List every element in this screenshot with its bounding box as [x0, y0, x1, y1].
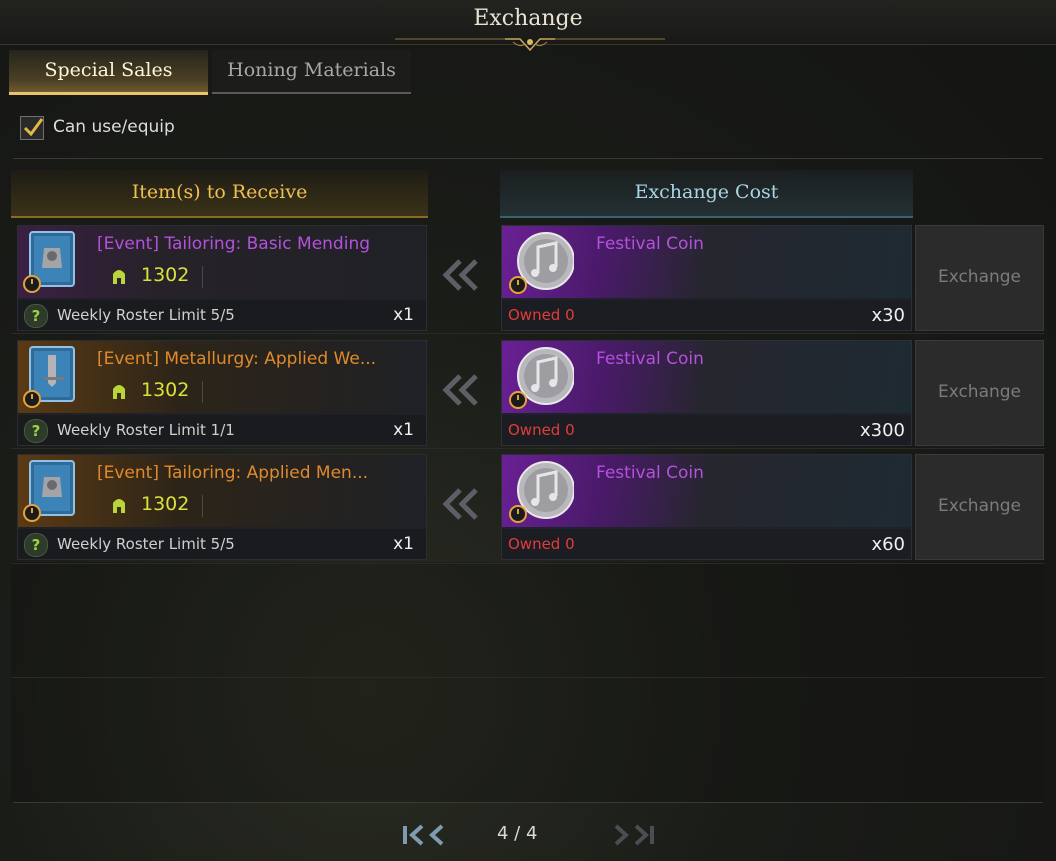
- divider: [13, 158, 1043, 159]
- cost-item-name: Festival Coin: [596, 349, 704, 369]
- helmet-icon: [113, 499, 125, 513]
- item-level: 1302: [141, 379, 190, 401]
- cost-column-header: Exchange Cost: [500, 170, 913, 218]
- window-title: Exchange: [473, 6, 583, 31]
- item-card[interactable]: [Event] Metallurgy: Applied We... 1302 ?…: [17, 340, 427, 446]
- item-name: [Event] Metallurgy: Applied We...: [97, 349, 377, 369]
- blue-book-icon: [23, 460, 75, 522]
- title-ornament-icon: [395, 38, 665, 52]
- exchange-button[interactable]: Exchange: [915, 454, 1044, 560]
- cost-quantity: x30: [871, 305, 905, 326]
- cost-card[interactable]: Festival Coin Owned 0 x60: [501, 454, 912, 560]
- tab-honing-materials[interactable]: Honing Materials: [212, 50, 411, 94]
- item-level: 1302: [141, 493, 190, 515]
- item-card[interactable]: [Event] Tailoring: Basic Mending 1302 ? …: [17, 225, 427, 331]
- tab-special-sales[interactable]: Special Sales: [9, 50, 208, 95]
- row-divider: [11, 677, 1045, 678]
- cost-quantity: x300: [859, 420, 905, 441]
- festival-coin-icon: [509, 347, 574, 409]
- item-quantity: x1: [393, 420, 414, 440]
- checkmark-icon: [23, 118, 44, 137]
- help-icon[interactable]: ?: [24, 533, 48, 557]
- roster-limit: Weekly Roster Limit 5/5: [57, 535, 235, 553]
- exchange-row: [Event] Tailoring: Basic Mending 1302 ? …: [0, 225, 1056, 333]
- can-use-label: Can use/equip: [53, 117, 175, 137]
- exchange-button[interactable]: Exchange: [915, 340, 1044, 446]
- level-divider: [202, 495, 203, 517]
- exchange-row: [Event] Metallurgy: Applied We... 1302 ?…: [0, 340, 1056, 448]
- exchange-button[interactable]: Exchange: [915, 225, 1044, 331]
- divider: [13, 802, 1043, 803]
- row-divider: [11, 563, 1045, 564]
- blue-book-icon: [23, 231, 75, 293]
- row-divider: [11, 448, 1045, 449]
- item-name: [Event] Tailoring: Basic Mending: [97, 234, 371, 254]
- title-bar: Exchange: [0, 0, 1056, 52]
- item-quantity: x1: [393, 305, 414, 325]
- row-divider: [11, 333, 1045, 334]
- owned-count: Owned 0: [508, 535, 575, 553]
- owned-count: Owned 0: [508, 421, 575, 439]
- receive-column-header: Item(s) to Receive: [11, 170, 428, 218]
- double-chevron-left-icon: [442, 374, 478, 406]
- previous-page-icon[interactable]: [424, 822, 454, 848]
- item-quantity: x1: [393, 534, 414, 554]
- cost-item-name: Festival Coin: [596, 234, 704, 254]
- double-chevron-left-icon: [442, 488, 478, 520]
- empty-list-area: [11, 562, 1045, 802]
- cost-quantity: x60: [871, 534, 905, 555]
- last-page-icon[interactable]: [628, 822, 658, 848]
- double-chevron-left-icon: [442, 259, 478, 291]
- page-indicator: 4 / 4: [497, 823, 538, 844]
- owned-count: Owned 0: [508, 306, 575, 324]
- exchange-row: [Event] Tailoring: Applied Men... 1302 ?…: [0, 454, 1056, 562]
- festival-coin-icon: [509, 461, 574, 523]
- item-card[interactable]: [Event] Tailoring: Applied Men... 1302 ?…: [17, 454, 427, 560]
- helmet-icon: [113, 270, 125, 284]
- help-icon[interactable]: ?: [24, 419, 48, 443]
- item-name: [Event] Tailoring: Applied Men...: [97, 463, 369, 483]
- cost-card[interactable]: Festival Coin Owned 0 x300: [501, 340, 912, 446]
- level-divider: [202, 381, 203, 403]
- helmet-icon: [113, 385, 125, 399]
- item-level: 1302: [141, 264, 190, 286]
- cost-card[interactable]: Festival Coin Owned 0 x30: [501, 225, 912, 331]
- blue-book-sword-icon: [23, 346, 75, 408]
- cost-item-name: Festival Coin: [596, 463, 704, 483]
- roster-limit: Weekly Roster Limit 5/5: [57, 306, 235, 324]
- level-divider: [202, 266, 203, 288]
- roster-limit: Weekly Roster Limit 1/1: [57, 421, 235, 439]
- help-icon[interactable]: ?: [24, 304, 48, 328]
- pagination: 4 / 4: [0, 818, 1056, 854]
- can-use-checkbox[interactable]: [20, 116, 44, 140]
- festival-coin-icon: [509, 232, 574, 294]
